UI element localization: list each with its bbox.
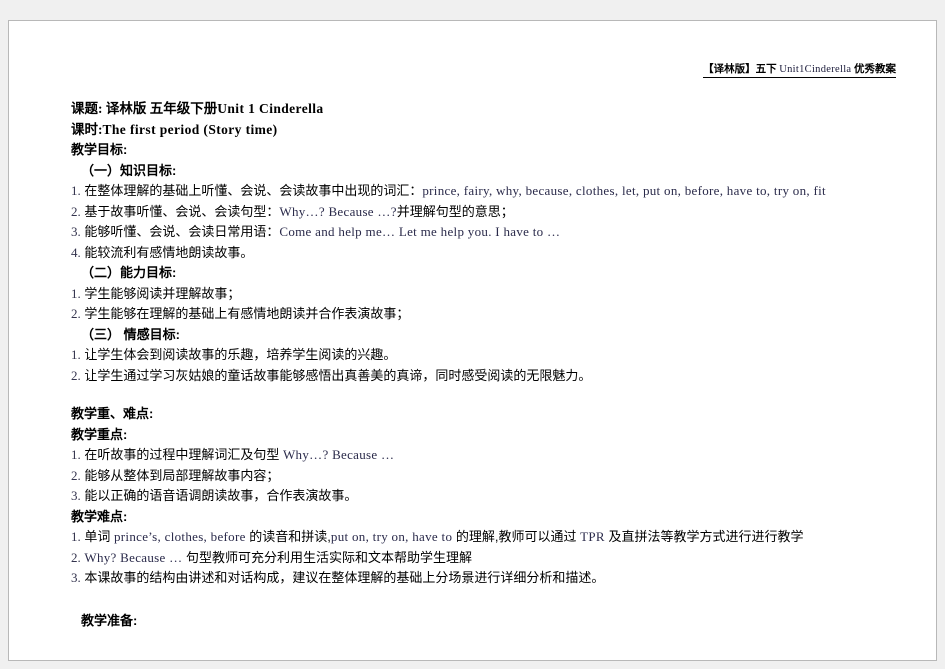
key-point-item-2-num: 2.: [71, 467, 81, 483]
ability-item-1-num: 1.: [71, 285, 81, 301]
difficult-point-item-3-num: 3.: [71, 570, 81, 585]
difficult-point-item-1-cn-3: 的理解,教师可以通过: [452, 529, 581, 544]
document-body: 课题: 译林版 五年级下册Unit 1 Cinderella 课时:The fi…: [71, 99, 936, 631]
knowledge-item-4-num: 4.: [71, 244, 81, 260]
difficult-point-item-2-en: Why? Because …: [84, 549, 183, 565]
key-point-item-2-cn: 能够从整体到局部理解故事内容；: [80, 467, 280, 483]
lesson-topic-label: 课题:: [71, 101, 103, 116]
key-point-item-1-en: Why…? Because …: [282, 447, 395, 462]
lesson-topic-line: 课题: 译林版 五年级下册Unit 1 Cinderella: [71, 99, 936, 120]
knowledge-item-3-en: Come and help me… Let me help you. I hav…: [279, 224, 561, 239]
knowledge-item-1-num: 1.: [71, 183, 81, 198]
knowledge-item-2-num: 2.: [71, 203, 81, 219]
subsection-heading-key-points: 教学重点:: [71, 426, 128, 442]
knowledge-item-1-en: prince, fairy, why, because, clothes, le…: [422, 183, 826, 198]
key-point-item-3: 3. 能以正确的语音语调朗读故事，合作表演故事。: [71, 486, 936, 507]
key-point-item-2: 2. 能够从整体到局部理解故事内容；: [71, 466, 936, 487]
ability-item-2: 2. 学生能够在理解的基础上有感情地朗读并合作表演故事；: [71, 304, 936, 325]
emotional-item-2-num: 2.: [71, 367, 81, 383]
lesson-period-line: 课时:The first period (Story time): [71, 120, 936, 141]
emotional-item-1-cn: 让学生体会到阅读故事的乐趣，培养学生阅读的兴趣。: [80, 347, 397, 362]
knowledge-item-2: 2. 基于故事听懂、会说、会读句型：Why…? Because …?并理解句型的…: [71, 202, 936, 223]
emotional-item-2-cn: 让学生通过学习灰姑娘的童话故事能够感悟出真善美的真谛，同时感受阅读的无限魅力。: [80, 367, 592, 383]
section-spacer-1: [71, 386, 936, 404]
knowledge-item-3-cn: 能够听懂、会说、会读日常用语：: [80, 224, 280, 239]
difficult-point-item-1-cn: 单词: [80, 529, 114, 544]
knowledge-item-1: 1. 在整体理解的基础上听懂、会说、会读故事中出现的词汇：prince, fai…: [71, 181, 936, 202]
section-heading-objectives: 教学目标:: [71, 142, 128, 157]
ability-item-2-cn: 学生能够在理解的基础上有感情地朗读并合作表演故事；: [80, 306, 410, 321]
section-spacer-2: [71, 589, 936, 611]
ability-item-1: 1. 学生能够阅读并理解故事；: [71, 284, 936, 305]
emotional-item-1: 1. 让学生体会到阅读故事的乐趣，培养学生阅读的兴趣。: [71, 345, 936, 366]
subsection-heading-emotional: （三） 情感目标:: [81, 326, 180, 342]
section-heading-preparation: 教学准备:: [81, 612, 138, 628]
difficult-point-item-1-num: 1.: [71, 529, 81, 544]
lesson-topic-value-cn: 译林版 五年级下册: [102, 101, 218, 116]
key-point-item-3-cn: 能以正确的语音语调朗读故事，合作表演故事。: [80, 488, 358, 503]
lesson-period-value-en: The first period (Story time): [102, 121, 278, 137]
difficult-point-item-1-cn-4: 及直拼法等教学方式进行进行教学: [604, 529, 804, 544]
difficult-point-item-3-cn: 本课故事的结构由讲述和对话构成，建议在整体理解的基础上分场景进行详细分析和描述。: [80, 570, 605, 585]
subsection-heading-difficult-points: 教学难点:: [71, 508, 128, 524]
difficult-point-item-1-en: prince’s, clothes, before: [113, 529, 246, 544]
key-point-item-1-cn: 在听故事的过程中理解词汇及句型: [80, 447, 283, 462]
lesson-period-label: 课时:: [71, 121, 103, 137]
ability-item-2-num: 2.: [71, 306, 81, 321]
section-heading-key-difficult: 教学重、难点:: [71, 406, 154, 421]
header-note-suffix: 优秀教案: [851, 64, 896, 75]
page-content: 【译林版】五下 Unit1Cinderella 优秀教案 课题: 译林版 五年级…: [9, 21, 936, 660]
knowledge-item-3: 3. 能够听懂、会说、会读日常用语：Come and help me… Let …: [71, 222, 936, 243]
difficult-point-item-2-cn-after: 句型教师可充分利用生活实际和文本帮助学生理解: [182, 549, 473, 565]
header-note-prefix: 【译林版】五下: [703, 64, 780, 75]
knowledge-item-2-cn-after: 并理解句型的意思；: [396, 203, 514, 219]
subsection-heading-knowledge: （一）知识目标:: [81, 162, 177, 178]
knowledge-item-3-num: 3.: [71, 224, 81, 239]
difficult-point-item-2-num: 2.: [71, 549, 81, 565]
key-point-item-1: 1. 在听故事的过程中理解词汇及句型 Why…? Because …: [71, 445, 936, 466]
ability-item-1-cn: 学生能够阅读并理解故事；: [80, 285, 241, 301]
difficult-point-item-1-en-2: put on, try on, have to: [330, 529, 453, 544]
difficult-point-item-3: 3. 本课故事的结构由讲述和对话构成，建议在整体理解的基础上分场景进行详细分析和…: [71, 568, 936, 589]
lesson-topic-value-en: Unit 1 Cinderella: [217, 101, 324, 116]
knowledge-item-2-en: Why…? Because …?: [279, 203, 397, 219]
difficult-point-item-1: 1. 单词 prince’s, clothes, before 的读音和拼读,p…: [71, 527, 936, 548]
document-page: 【译林版】五下 Unit1Cinderella 优秀教案 课题: 译林版 五年级…: [8, 20, 937, 661]
key-point-item-3-num: 3.: [71, 488, 81, 503]
difficult-point-item-1-cn-2: 的读音和拼读,: [245, 529, 331, 544]
emotional-item-1-num: 1.: [71, 347, 81, 362]
document-header-note: 【译林版】五下 Unit1Cinderella 优秀教案: [703, 61, 896, 78]
knowledge-item-4: 4. 能较流利有感情地朗读故事。: [71, 243, 936, 264]
difficult-point-item-1-en-3: TPR: [580, 529, 605, 544]
knowledge-item-2-cn: 基于故事听懂、会说、会读句型：: [80, 203, 280, 219]
knowledge-item-4-cn: 能较流利有感情地朗读故事。: [80, 244, 254, 260]
subsection-heading-ability: （二）能力目标:: [81, 265, 177, 280]
emotional-item-2: 2. 让学生通过学习灰姑娘的童话故事能够感悟出真善美的真谛，同时感受阅读的无限魅…: [71, 366, 936, 387]
knowledge-item-1-cn: 在整体理解的基础上听懂、会说、会读故事中出现的词汇：: [80, 183, 423, 198]
header-note-unit: Unit1Cinderella: [779, 64, 852, 75]
key-point-item-1-num: 1.: [71, 447, 81, 462]
difficult-point-item-2: 2. Why? Because … 句型教师可充分利用生活实际和文本帮助学生理解: [71, 548, 936, 569]
